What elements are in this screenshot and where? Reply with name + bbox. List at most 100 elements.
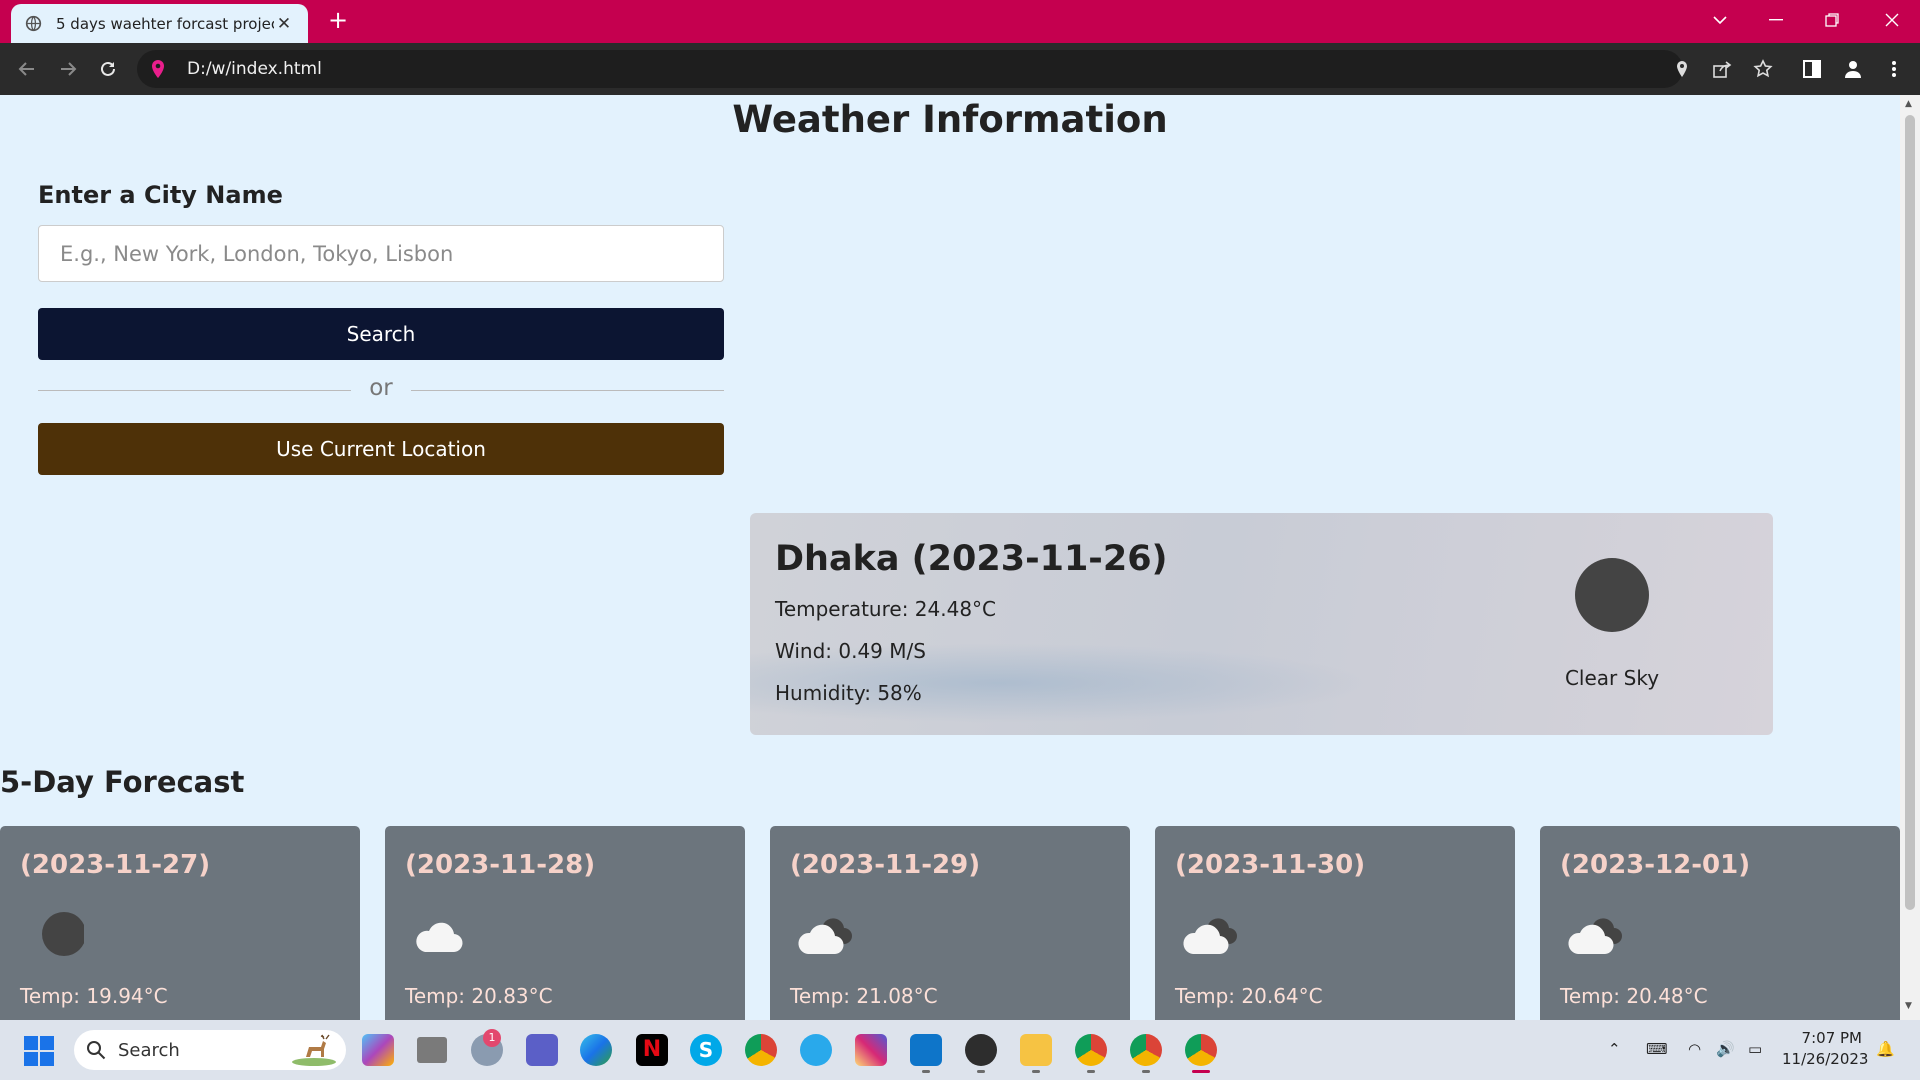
instagram-icon[interactable] [855,1034,887,1066]
taskbar-running-indicator [1032,1070,1040,1073]
city-label: Enter a City Name [38,181,283,209]
copilot-icon[interactable] [362,1034,394,1066]
volume-icon[interactable]: 🔊 [1716,1040,1735,1058]
battery-icon[interactable]: ▭ [1748,1040,1762,1058]
back-icon[interactable] [13,55,41,83]
edge-icon[interactable] [580,1034,612,1066]
taskbar-search-label: Search [118,1039,180,1061]
broken-clouds-icon [1568,918,1622,955]
tab-close-icon[interactable]: ✕ [274,14,294,34]
or-label: or [369,375,393,401]
profile-icon[interactable] [1841,57,1865,81]
close-window-icon[interactable] [1864,0,1920,40]
browser-titlebar: 5 days waehter forcast project ✕ + [0,0,1920,43]
more-menu-icon[interactable] [1882,57,1906,81]
current-humidity: Humidity: 58% [775,681,922,705]
chrome-active-icon[interactable] [1185,1034,1217,1066]
current-description: Clear Sky [1564,666,1660,690]
or-separator: or [38,375,724,405]
forecast-card: (2023-11-30) Temp: 20.64°C [1155,826,1515,1020]
cloud-icon [416,922,463,953]
tab-search-chevron-icon[interactable] [1692,0,1748,40]
taskbar-running-indicator [922,1070,930,1073]
notification-bell-icon[interactable]: 🔔 [1876,1040,1895,1058]
search-button[interactable]: Search [38,308,724,360]
teams-icon[interactable] [526,1034,558,1066]
restore-icon[interactable] [1804,0,1860,40]
forecast-card: (2023-11-27) Temp: 19.94°C [0,826,360,1020]
side-panel-icon[interactable] [1800,57,1824,81]
taskbar-search[interactable]: Search [74,1030,346,1070]
forecast-date: (2023-12-01) [1560,850,1751,880]
globe-icon [25,15,42,32]
url-text: D:/w/index.html [187,59,322,79]
location-icon[interactable] [1670,57,1694,81]
clock-date: 11/26/2023 [1782,1050,1869,1068]
forecast-temp: Temp: 20.64°C [1175,984,1323,1008]
location-pin-icon [152,60,164,78]
tab-title: 5 days waehter forcast project [56,14,274,33]
forecast-card: (2023-12-01) Temp: 20.48°C [1540,826,1900,1020]
deer-illustration-icon [292,1034,336,1066]
forecast-title: 5-Day Forecast [0,765,245,799]
browser-tab[interactable]: 5 days waehter forcast project ✕ [11,4,308,43]
page-scrollbar[interactable]: ▲ ▼ [1900,95,1920,1020]
current-wind: Wind: 0.49 M/S [775,639,926,663]
wifi-icon[interactable]: ◠ [1688,1040,1701,1058]
clock-time: 7:07 PM [1801,1029,1862,1047]
telegram-icon[interactable] [800,1034,832,1066]
reload-icon[interactable] [94,55,122,83]
forecast-temp: Temp: 20.48°C [1560,984,1708,1008]
share-icon[interactable] [1710,57,1734,81]
chrome-profile-icon[interactable] [1075,1034,1107,1066]
clear-sky-icon [42,912,84,956]
skype-icon[interactable]: S [690,1034,722,1066]
task-view-icon[interactable] [417,1037,447,1063]
forecast-card: (2023-11-29) Temp: 21.08°C [770,826,1130,1020]
taskbar-active-indicator [1192,1070,1210,1073]
media-player-icon[interactable] [965,1034,997,1066]
forecast-date: (2023-11-29) [790,850,981,880]
page-content: Weather Information Enter a City Name Se… [0,95,1900,1020]
new-tab-icon[interactable]: + [325,6,351,34]
page-title: Weather Information [732,98,1168,141]
broken-clouds-icon [798,918,852,955]
netflix-icon[interactable]: N [636,1034,668,1066]
show-hidden-icons-icon[interactable]: ⌃ [1608,1040,1621,1058]
windows-start-icon[interactable] [24,1036,54,1066]
current-temperature: Temperature: 24.48°C [775,597,997,621]
chrome-profile-icon[interactable] [1130,1034,1162,1066]
browser-toolbar: D:/w/index.html [0,43,1920,95]
taskbar: Search 1 N S ⌃ ⌨ ◠ 🔊 ▭ 7:07 PM 11/26/202… [0,1020,1920,1080]
city-input[interactable] [38,225,724,282]
broken-clouds-icon [1183,918,1237,955]
use-current-location-button[interactable]: Use Current Location [38,423,724,475]
forecast-date: (2023-11-27) [20,850,211,880]
forecast-temp: Temp: 20.83°C [405,984,553,1008]
taskbar-running-indicator [977,1070,985,1073]
search-icon [87,1041,106,1060]
bookmark-star-icon[interactable] [1751,57,1775,81]
current-weather-card: Dhaka (2023-11-26) Temperature: 24.48°C … [750,513,1773,735]
vscode-icon[interactable] [910,1034,942,1066]
taskbar-running-indicator [1142,1070,1150,1073]
chrome-icon[interactable] [745,1034,777,1066]
forecast-date: (2023-11-28) [405,850,596,880]
scrollbar-thumb[interactable] [1905,115,1915,910]
keyboard-icon[interactable]: ⌨ [1646,1040,1668,1058]
forward-icon[interactable] [54,55,82,83]
forecast-temp: Temp: 19.94°C [20,984,168,1008]
notification-badge: 1 [483,1029,501,1047]
minimize-icon[interactable] [1748,0,1804,40]
current-city-date: Dhaka (2023-11-26) [775,539,1168,579]
scroll-down-icon[interactable]: ▼ [1905,1001,1912,1011]
forecast-card: (2023-11-28) Temp: 20.83°C [385,826,745,1020]
taskbar-clock[interactable]: 7:07 PM 11/26/2023 [1782,1028,1869,1070]
forecast-temp: Temp: 21.08°C [790,984,938,1008]
forecast-date: (2023-11-30) [1175,850,1366,880]
taskbar-running-indicator [1087,1070,1095,1073]
file-explorer-icon[interactable] [1020,1034,1052,1066]
clear-sky-icon [1575,558,1649,632]
scroll-up-icon[interactable]: ▲ [1905,99,1912,109]
address-bar[interactable]: D:/w/index.html [137,50,1683,88]
